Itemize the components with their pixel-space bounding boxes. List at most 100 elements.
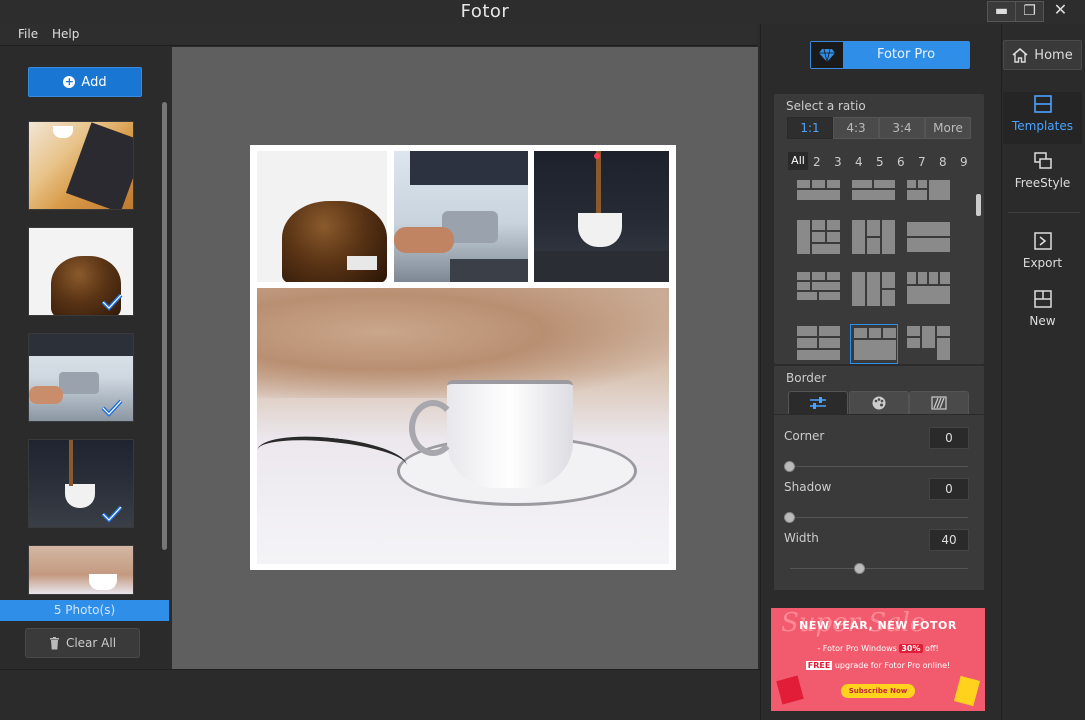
corner-label: Corner [784, 429, 825, 443]
promo-line-1-text: - Fotor Pro Windows [817, 644, 900, 653]
templates-tool[interactable]: Templates [1003, 92, 1082, 144]
minimize-button[interactable]: ▬ [987, 1, 1016, 22]
width-label: Width [784, 531, 819, 545]
template-thumbnail[interactable] [797, 220, 841, 260]
fotor-pro-label: Fotor Pro [876, 47, 936, 62]
count-filter-8[interactable]: 8 [939, 155, 947, 169]
clear-all-label: Clear All [65, 636, 117, 650]
template-scrollbar[interactable] [976, 194, 981, 216]
collage-cell-espresso[interactable] [534, 151, 669, 282]
status-strip [0, 669, 760, 720]
count-filter-9[interactable]: 9 [960, 155, 968, 169]
photo-list-scrollbar[interactable] [162, 102, 167, 550]
border-adjust-tab[interactable] [788, 391, 848, 415]
template-thumbnail[interactable] [852, 220, 896, 260]
ratio-more-button[interactable]: More [925, 117, 971, 139]
template-thumbnail[interactable] [907, 220, 951, 260]
collage-cell-portafilter[interactable] [394, 151, 528, 282]
collage-cell-beans[interactable] [257, 151, 387, 282]
photo-thumbnail[interactable] [28, 333, 134, 422]
promo-line-2: FREE upgrade for Fotor Pro online! [771, 661, 985, 670]
template-thumbnail[interactable] [907, 272, 951, 312]
width-slider-knob[interactable] [854, 563, 865, 574]
promo-line-1: - Fotor Pro Windows 30% off! [771, 644, 985, 653]
count-filter-6[interactable]: 6 [897, 155, 905, 169]
trash-icon [49, 636, 59, 649]
count-filter-all[interactable]: All [788, 152, 808, 170]
template-thumbnail[interactable] [852, 272, 896, 312]
border-label: Border [786, 371, 827, 385]
shadow-slider-knob[interactable] [784, 512, 795, 523]
export-icon [1033, 232, 1052, 250]
thumb-cup-shape [89, 574, 117, 590]
thumb-machine-shape [29, 334, 133, 356]
maximize-button[interactable]: ❐ [1015, 1, 1044, 22]
count-filter-2[interactable]: 2 [813, 155, 821, 169]
hand-shape [394, 227, 454, 253]
promo-title: NEW YEAR, NEW FOTOR [799, 619, 957, 632]
clear-all-button[interactable]: Clear All [25, 628, 140, 658]
border-pattern-tab[interactable] [909, 391, 969, 415]
count-filter-4[interactable]: 4 [855, 155, 863, 169]
border-panel: Border Corner 0 Shadow 0 Width 40 [774, 366, 984, 590]
grate-shape [534, 251, 669, 282]
new-icon [1033, 290, 1052, 308]
toolbar-divider [1008, 212, 1080, 213]
promo-line-1-suffix: off! [922, 644, 939, 653]
add-button[interactable]: + Add [28, 67, 142, 97]
photo-thumbnail[interactable] [28, 227, 134, 316]
template-thumbnail-selected[interactable] [850, 324, 898, 364]
photo-thumbnail[interactable] [28, 545, 134, 595]
template-thumbnail[interactable] [907, 178, 951, 218]
shadow-value-input[interactable]: 0 [929, 478, 969, 500]
photo-thumbnail[interactable] [28, 121, 134, 210]
promo-line-2-text: upgrade for Fotor Pro online! [832, 661, 951, 670]
corner-slider-track[interactable] [790, 466, 968, 467]
thumb-espresso-stream [69, 440, 73, 486]
machine-top-shape [410, 151, 528, 185]
export-tool[interactable]: Export [1003, 232, 1082, 270]
home-icon [1012, 47, 1028, 63]
collage-canvas[interactable] [250, 145, 676, 570]
thumb-cup-shape [53, 126, 73, 138]
indicator-light-shape [594, 153, 600, 159]
fotor-pro-button[interactable]: Fotor Pro [810, 41, 970, 69]
template-thumbnail[interactable] [907, 324, 951, 364]
menu-file[interactable]: File [18, 27, 38, 41]
gift-box-icon [776, 675, 804, 705]
glasses-shape [257, 430, 409, 486]
menu-help[interactable]: Help [52, 27, 79, 41]
width-value-input[interactable]: 40 [929, 529, 969, 551]
cup-shape [447, 380, 573, 488]
border-color-tab[interactable] [849, 391, 909, 415]
freestyle-tool[interactable]: FreeStyle [1003, 152, 1082, 190]
photo-thumbnail[interactable] [28, 439, 134, 528]
template-thumbnail[interactable] [852, 178, 896, 218]
title-bar: Fotor ▬ ❐ ✕ [0, 0, 1085, 24]
check-icon [101, 399, 123, 417]
corner-value-input[interactable]: 0 [929, 427, 969, 449]
count-filter-7[interactable]: 7 [918, 155, 926, 169]
count-filter-3[interactable]: 3 [834, 155, 842, 169]
template-thumbnail[interactable] [797, 272, 841, 312]
promo-banner[interactable]: Super Sale NEW YEAR, NEW FOTOR - Fotor P… [771, 608, 985, 711]
template-thumbnail[interactable] [797, 324, 841, 364]
ratio-1-1-button[interactable]: 1:1 [787, 117, 833, 139]
templates-label: Templates [1011, 119, 1073, 133]
ratio-3-4-button[interactable]: 3:4 [879, 117, 925, 139]
width-slider-track[interactable] [790, 568, 968, 569]
export-label: Export [1022, 256, 1063, 270]
cup-shape [578, 213, 622, 247]
templates-icon [1033, 95, 1052, 113]
subscribe-button[interactable]: Subscribe Now [841, 684, 915, 698]
close-button[interactable]: ✕ [1046, 1, 1075, 22]
corner-slider-knob[interactable] [784, 461, 795, 472]
collage-cell-cup[interactable] [257, 288, 669, 564]
shadow-slider-track[interactable] [790, 517, 968, 518]
new-tool[interactable]: New [1003, 290, 1082, 328]
ratio-4-3-button[interactable]: 4:3 [833, 117, 879, 139]
template-thumbnail[interactable] [797, 178, 841, 218]
count-filter-5[interactable]: 5 [876, 155, 884, 169]
thumb-hand-shape [29, 386, 63, 404]
home-button[interactable]: Home [1003, 40, 1082, 70]
